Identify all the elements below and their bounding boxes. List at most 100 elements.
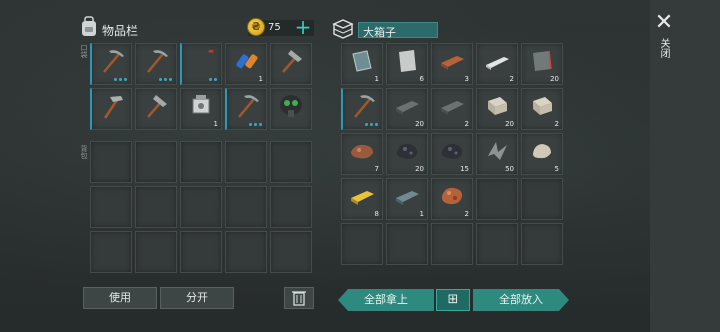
inventory-slot[interactable] [180, 186, 222, 228]
inventory-slot[interactable] [90, 141, 132, 183]
inventory-slot[interactable] [135, 186, 177, 228]
item-count: 8 [374, 210, 379, 218]
inventory-slot[interactable] [341, 223, 383, 265]
inventory-slot[interactable] [180, 43, 222, 85]
backpack-icon [82, 16, 96, 36]
inventory-slot[interactable] [476, 223, 518, 265]
item-count: 2 [554, 120, 559, 128]
inventory-slot[interactable]: 50 [476, 133, 518, 175]
item-count: 7 [374, 165, 379, 173]
inventory-slot[interactable] [521, 178, 563, 220]
close-button[interactable]: ✕ [652, 12, 676, 36]
stone-icon [527, 136, 557, 170]
inventory-slot[interactable] [180, 141, 222, 183]
inventory-slot[interactable] [135, 141, 177, 183]
item-count: 2 [509, 75, 514, 83]
iron-bar-icon [437, 91, 467, 125]
inventory-slot[interactable] [341, 88, 383, 130]
pocket-label: 口袋 [80, 44, 88, 58]
inventory-slot[interactable] [270, 186, 312, 228]
inventory-slot[interactable] [225, 231, 267, 273]
inventory-slot[interactable]: 2 [431, 88, 473, 130]
pickaxe-icon [232, 91, 262, 125]
durability-dots [365, 123, 378, 126]
crowbar-icon [187, 46, 217, 80]
inventory-slot[interactable] [386, 223, 428, 265]
inventory-slot[interactable]: 20 [386, 88, 428, 130]
stone-block-icon [527, 91, 557, 125]
inventory-slot[interactable] [90, 186, 132, 228]
steel-bar-icon [392, 181, 422, 215]
inventory-slot[interactable] [135, 231, 177, 273]
metal-sheet-icon [392, 46, 422, 80]
inventory-slot[interactable]: 1 [225, 43, 267, 85]
add-coins-button[interactable]: + [293, 16, 313, 38]
copper-nugget-icon [437, 181, 467, 215]
item-count: 50 [505, 165, 514, 173]
inventory-slot[interactable] [90, 88, 132, 130]
take-all-button[interactable]: 全部拿上 [338, 289, 434, 311]
inventory-slot[interactable] [225, 186, 267, 228]
put-all-button[interactable]: 全部放入 [473, 289, 569, 311]
inventory-slot[interactable]: 5 [521, 133, 563, 175]
inventory-slot[interactable] [90, 231, 132, 273]
inventory-slot[interactable] [521, 223, 563, 265]
inventory-slot[interactable]: 7 [341, 133, 383, 175]
inventory-slot[interactable] [180, 231, 222, 273]
chest-icon [332, 19, 354, 39]
inventory-slot[interactable] [270, 88, 312, 130]
item-count: 20 [415, 120, 424, 128]
engine-part-icon [186, 91, 216, 125]
inventory-slot[interactable]: 2 [431, 178, 473, 220]
inventory-slot[interactable]: 20 [521, 43, 563, 85]
pickaxe-steel-icon [97, 91, 127, 125]
item-count: 15 [460, 165, 469, 173]
inventory-slot[interactable] [225, 141, 267, 183]
item-count: 1 [419, 210, 424, 218]
inventory-slot[interactable]: 2 [476, 43, 518, 85]
pickaxe-icon [141, 46, 171, 80]
hammer-icon [141, 91, 171, 125]
item-count: 6 [419, 75, 424, 83]
close-label: 关闭 [658, 38, 669, 58]
inventory-slot[interactable]: 3 [431, 43, 473, 85]
inventory-slot[interactable]: 20 [476, 88, 518, 130]
inventory-slot[interactable]: 6 [386, 43, 428, 85]
pickaxe-icon [348, 91, 378, 125]
inventory-slot[interactable] [90, 43, 132, 85]
item-count: 20 [550, 75, 559, 83]
durability-dots [114, 78, 127, 81]
inventory-slot[interactable]: 1 [180, 88, 222, 130]
trash-button[interactable] [284, 287, 314, 309]
inventory-header: 物品栏 ₴ 75 + [80, 16, 315, 44]
inventory-slot[interactable] [270, 43, 312, 85]
item-count: 5 [554, 165, 559, 173]
use-button[interactable]: 使用 [83, 287, 157, 309]
inventory-slot[interactable]: 15 [431, 133, 473, 175]
item-count: 1 [213, 120, 218, 128]
item-count: 3 [464, 75, 469, 83]
inventory-slot[interactable]: 1 [341, 43, 383, 85]
item-count: 2 [464, 120, 469, 128]
inventory-slot[interactable] [270, 231, 312, 273]
trash-icon [292, 291, 306, 306]
inventory-slot[interactable] [431, 223, 473, 265]
inventory-slot[interactable] [135, 88, 177, 130]
gold-ingot-icon [347, 181, 377, 215]
item-count: 1 [374, 75, 379, 83]
split-button[interactable]: 分开 [160, 287, 234, 309]
inventory-slot[interactable] [135, 43, 177, 85]
inventory-slot[interactable] [476, 178, 518, 220]
sort-button[interactable]: ⊞ [436, 289, 470, 311]
backpack-label: 背包 [80, 145, 88, 159]
inventory-slot[interactable]: 1 [386, 178, 428, 220]
inventory-slot[interactable]: 8 [341, 178, 383, 220]
durability-dots [159, 78, 172, 81]
battery-icon [231, 46, 261, 80]
glass-pane-icon [347, 46, 377, 80]
inventory-slot[interactable] [225, 88, 267, 130]
inventory-slot[interactable]: 2 [521, 88, 563, 130]
inventory-slot[interactable] [270, 141, 312, 183]
inventory-slot[interactable]: 20 [386, 133, 428, 175]
item-count: 20 [415, 165, 424, 173]
